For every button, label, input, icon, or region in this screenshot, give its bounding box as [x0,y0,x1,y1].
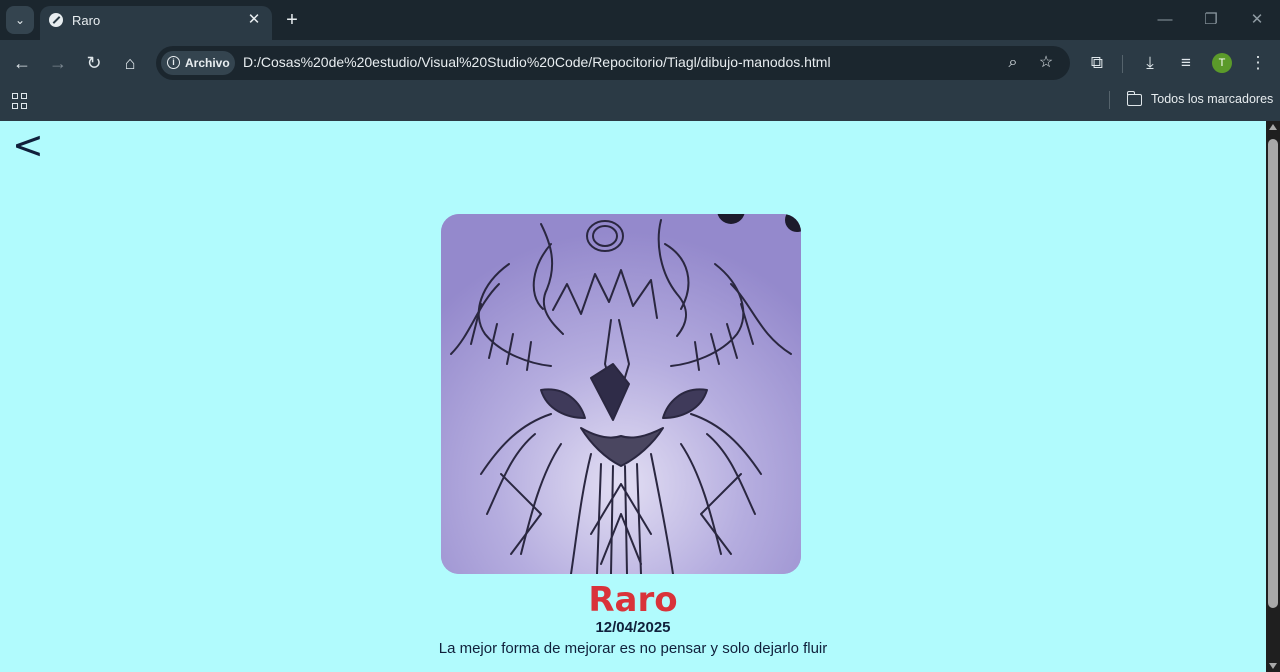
url-text[interactable]: D:/Cosas%20de%20estudio/Visual%20Studio%… [243,54,831,70]
apps-grid-icon[interactable] [12,93,28,109]
bookmarks-bar: Todos los marcadores [0,86,1280,121]
tab-strip: ⌄ Raro ✕ + — ❐ ✕ [0,0,1280,40]
forward-button[interactable]: → [46,51,70,75]
media-controls-icon[interactable]: ≡ [1174,51,1198,75]
info-icon: i [167,56,180,69]
menu-icon[interactable]: ⋮ [1246,51,1270,75]
artwork-image [441,214,801,574]
tab-raro[interactable]: Raro ✕ [40,6,272,40]
back-link[interactable]: < [12,125,44,165]
extensions-icon[interactable]: ⧉ [1085,51,1109,75]
address-bar[interactable]: i Archivo D:/Cosas%20de%20estudio/Visual… [156,46,1070,80]
close-window-button[interactable]: ✕ [1244,8,1270,32]
scroll-down-arrow-icon[interactable] [1269,663,1277,669]
back-button[interactable]: ← [10,51,34,75]
restore-button[interactable]: ❐ [1198,8,1224,32]
tab-title: Raro [72,13,101,28]
toolbar: ← → ↻ ⌂ i Archivo D:/Cosas%20de%20estudi… [0,40,1280,86]
site-info-label: Archivo [185,56,230,70]
new-tab-button[interactable]: + [282,9,302,31]
site-info-chip[interactable]: i Archivo [161,51,235,75]
minimize-button[interactable]: — [1152,8,1178,32]
artwork-date: 12/04/2025 [595,619,671,636]
artwork-title: Raro [588,580,678,620]
artwork-description: La mejor forma de mejorar es no pensar y… [438,640,828,657]
vertical-scrollbar[interactable] [1266,121,1280,672]
favicon-icon [49,13,63,27]
folder-icon [1126,91,1142,106]
zoom-icon[interactable]: ⌕ [1002,52,1024,74]
scrollbar-thumb[interactable] [1268,139,1278,608]
profile-avatar[interactable]: T [1212,53,1232,73]
bookmark-star-icon[interactable]: ☆ [1035,52,1057,74]
downloads-icon[interactable]: ⤓ [1138,51,1162,75]
pencil-sketch-drawing-icon [441,214,801,574]
chevron-down-icon: ⌄ [14,13,26,27]
scroll-up-arrow-icon[interactable] [1269,124,1277,130]
tab-search-button[interactable]: ⌄ [6,6,34,34]
close-tab-icon[interactable]: ✕ [244,10,264,30]
reload-button[interactable]: ↻ [82,51,106,75]
home-button[interactable]: ⌂ [118,51,142,75]
all-bookmarks-button[interactable]: Todos los marcadores [1151,92,1273,106]
bookmarks-divider [1109,91,1110,109]
toolbar-divider [1122,55,1123,73]
page-viewport: < Raro 12/04/2025 La mejor forma de mejo… [0,121,1266,672]
browser-chrome: ⌄ Raro ✕ + — ❐ ✕ ← → ↻ ⌂ i Archivo D:/Co… [0,0,1280,121]
